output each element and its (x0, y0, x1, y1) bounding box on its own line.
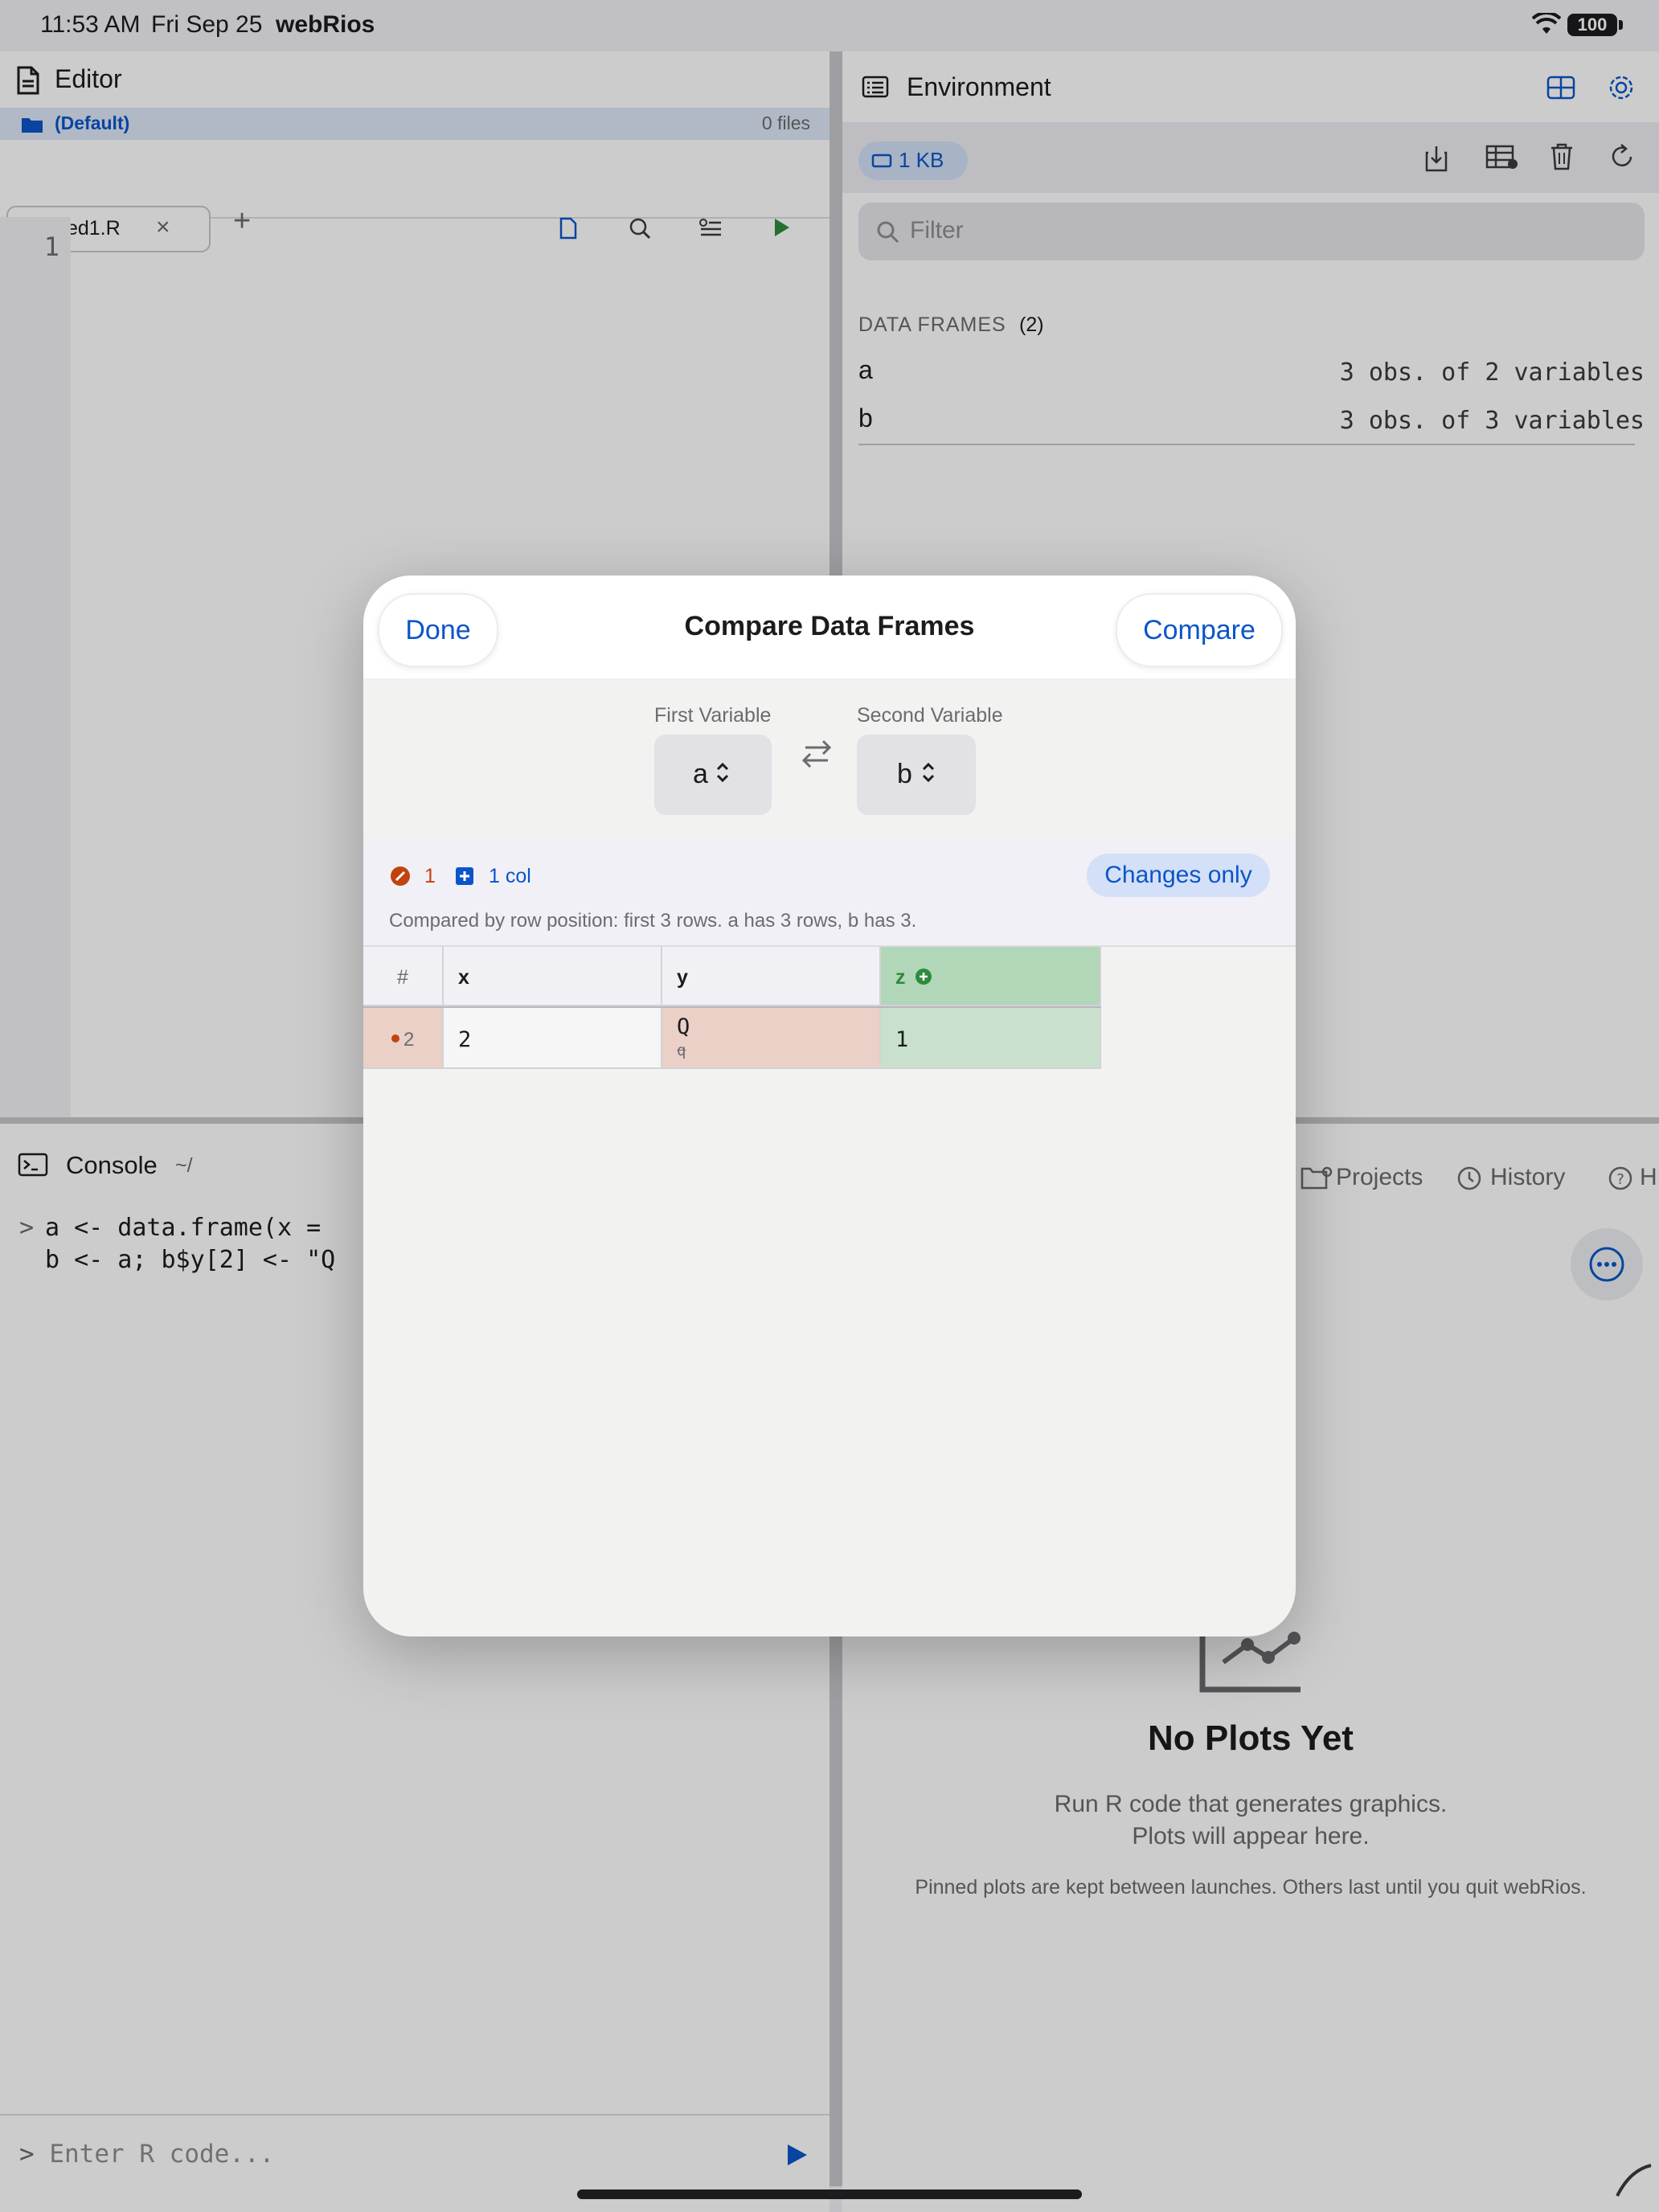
column-header-added[interactable]: z (881, 947, 1101, 1006)
added-column-icon (455, 866, 474, 886)
diff-summary: 1 1 col Changes only Compared by row pos… (363, 838, 1296, 947)
column-header: # (363, 947, 444, 1006)
variable-pickers: First Variable a Second Variable b (363, 678, 1296, 839)
added-columns-count: 1 col (489, 865, 531, 887)
changed-dot-icon (391, 1034, 400, 1043)
second-variable-value: b (897, 759, 912, 789)
comparison-note: Compared by row position: first 3 rows. … (389, 910, 917, 932)
column-header[interactable]: y (662, 947, 881, 1006)
changed-count: 1 (424, 865, 436, 887)
chevron-updown-icon (921, 760, 936, 784)
swap-icon[interactable] (801, 736, 833, 770)
second-variable-label: Second Variable (857, 704, 1003, 727)
row-index: 2 (363, 1008, 444, 1069)
second-variable-select[interactable]: b (857, 735, 976, 815)
home-indicator[interactable] (577, 2189, 1082, 2199)
table-cell-added[interactable]: 1 (881, 1008, 1101, 1069)
added-icon (915, 968, 932, 985)
done-button[interactable]: Done (378, 593, 498, 667)
first-variable-value: a (693, 759, 708, 789)
compare-button[interactable]: Compare (1116, 593, 1283, 667)
compare-dialog: Compare Data Frames Done Compare First V… (363, 576, 1296, 1636)
dialog-header: Compare Data Frames Done Compare (363, 576, 1296, 678)
changed-icon (389, 865, 412, 887)
column-header[interactable]: x (444, 947, 662, 1006)
first-variable-select[interactable]: a (654, 735, 772, 815)
table-cell-changed[interactable]: Q q (662, 1008, 881, 1069)
old-value: q (677, 1042, 686, 1059)
new-value: Q (677, 1014, 690, 1039)
changes-only-toggle[interactable]: Changes only (1087, 854, 1270, 897)
first-variable-label: First Variable (654, 704, 772, 727)
table-cell[interactable]: 2 (444, 1008, 662, 1069)
chevron-updown-icon (715, 760, 730, 784)
